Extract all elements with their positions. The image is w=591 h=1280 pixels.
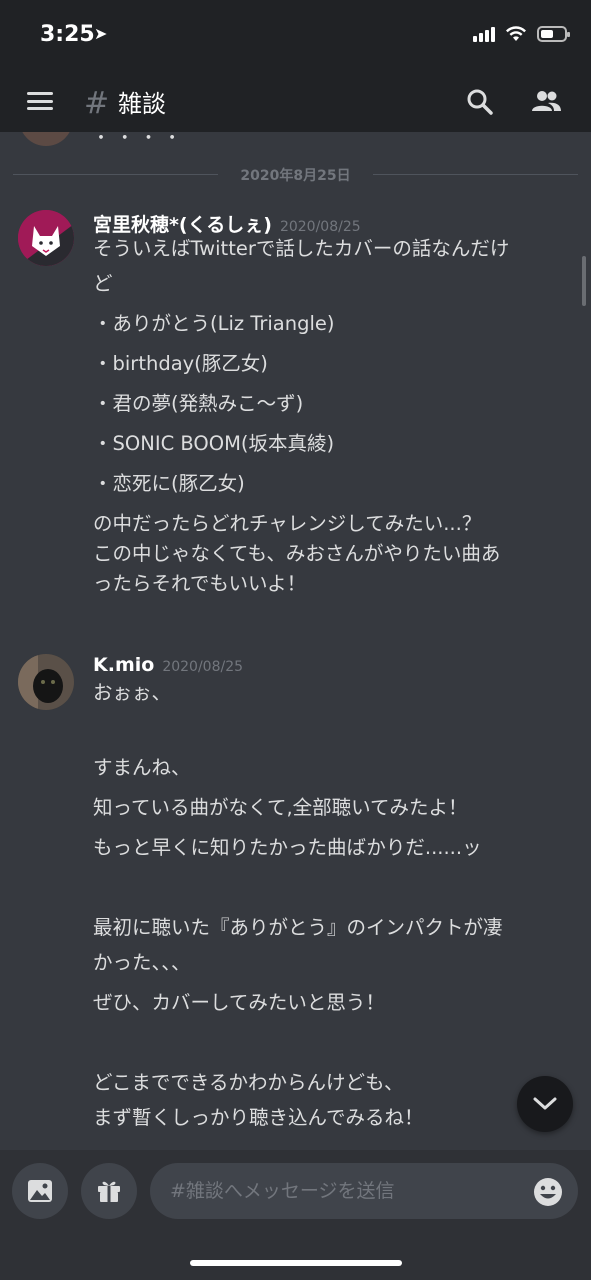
message-line: ・恋死に(豚乙女) [93,472,245,495]
gift-icon [98,1181,120,1202]
message-line: もっと早くに知りたかった曲ばかりだ......ッ [93,836,482,859]
message-line: ど [93,272,113,295]
avatar[interactable] [18,654,74,710]
message-line: 知っている曲がなくて,全部聴いてみたよ！ [93,796,468,819]
avatar[interactable] [19,132,73,146]
message-line: かった、、、 [93,951,191,974]
scrollbar[interactable] [582,256,586,306]
gift-button[interactable] [81,1163,137,1219]
message-author[interactable]: K.mio 2020/08/25 [93,654,243,676]
fox-mask-icon [18,210,74,266]
search-icon [467,89,493,115]
message-list[interactable]: ・ ・ ・ ・ 2020年8月25日 宮里秋穂*(くるしぇ) 2020/08/25… [0,132,591,1150]
hash-icon: # [84,86,110,121]
channel-header: # 雑談 [0,70,591,132]
message-line: 最初に聴いた『ありがとう』のインパクトが凄 [93,916,503,939]
home-indicator[interactable] [190,1260,402,1266]
author-name: 宮里秋穂*(くるしぇ) [93,214,272,236]
message-line: そういえばTwitterで話したカバーの話なんだけ [93,237,510,260]
message-line: の中だったらどれチャレンジしてみたい...？ [93,512,482,535]
status-bar: 3:25 ➤ [0,0,591,70]
cellular-signal-icon [473,26,495,42]
author-name: K.mio [93,654,155,676]
emoji-icon [534,1178,562,1206]
message-line: どこまでできるかわからんけども、 [93,1071,404,1094]
message-body: おぉぉ、 すまんね、 知っている曲がなくて,全部聴いてみたよ！ もっと早くに知り… [93,678,578,1138]
message-line: すまんね、 [93,756,191,779]
message-author[interactable]: 宮里秋穂*(くるしぇ) 2020/08/25 [93,210,361,237]
channel-title: 雑談 [118,90,166,118]
search-button[interactable] [462,84,498,120]
date-divider: 2020年8月25日 [13,164,578,184]
avatar[interactable] [18,210,74,266]
scroll-to-bottom-button[interactable] [517,1076,573,1132]
emoji-button[interactable] [531,1175,565,1209]
menu-icon[interactable] [27,92,53,110]
battery-icon [537,26,570,42]
message-input[interactable] [150,1163,578,1219]
message-line [93,1023,578,1063]
chevron-down-icon [533,1097,557,1110]
message-line: ・君の夢(発熱みこ〜ず) [93,392,304,415]
message-timestamp: 2020/08/25 [279,219,361,235]
message-line [93,868,578,908]
message-line: ・birthday(豚乙女) [93,352,268,375]
navigation-arrow-icon: ➤ [94,24,108,43]
message-line: ったらそれでもいいよ！ [93,572,307,595]
previous-message-tail: ・ ・ ・ ・ [92,132,182,149]
message-timestamp: 2020/08/25 [162,659,244,675]
message-line: ・SONIC BOOM(坂本真綾) [93,432,335,455]
message-line: ぜひ、カバーしてみたいと思う！ [93,991,385,1014]
date-divider-label: 2020年8月25日 [240,168,351,184]
message-line: この中じゃなくても、みおさんがやりたい曲あ [93,542,501,565]
status-time: 3:25 [40,22,95,47]
cat-photo-icon [18,654,74,710]
message-body: そういえばTwitterで話したカバーの話なんだけ ど ・ありがとう(Liz T… [93,234,578,599]
wifi-icon [506,26,526,41]
attach-image-button[interactable] [12,1163,68,1219]
members-icon [532,91,561,111]
message-line: まず暫くしっかり聴き込んでみるね！ [93,1106,424,1129]
status-icons [473,26,570,42]
message-line: おぉぉ、 [93,681,172,704]
image-icon [28,1180,52,1202]
message-line [93,708,578,748]
members-button[interactable] [528,84,564,120]
message-line: ・ありがとう(Liz Triangle) [93,312,335,335]
